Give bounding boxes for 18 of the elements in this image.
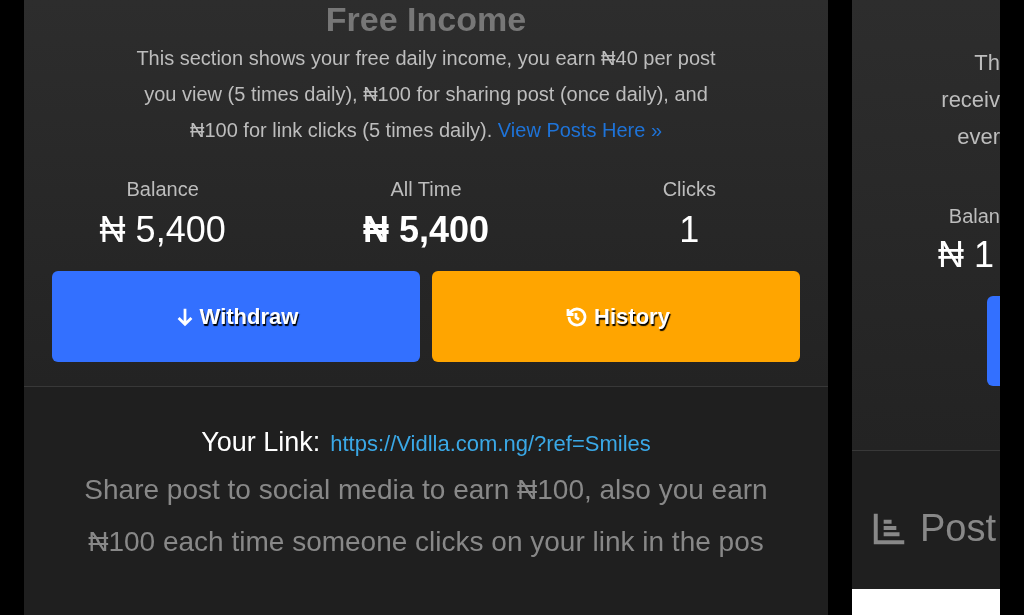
stat-label: Balan — [948, 205, 1000, 228]
link-label: Your Link: — [201, 427, 321, 458]
stat-value: ₦ 5,400 — [362, 209, 490, 251]
stat-value: ₦ 5,400 — [99, 209, 226, 251]
view-posts-link[interactable]: View Posts Here » — [497, 119, 662, 141]
section-title: Post — [920, 506, 997, 550]
withdraw-button[interactable]: Withdraw — [52, 271, 420, 362]
stat-value: 1 — [679, 209, 700, 251]
button[interactable] — [987, 296, 1000, 386]
stat-label: Balance — [126, 178, 199, 201]
stat-label: Clicks — [662, 178, 716, 201]
share-instructions: Share post to social media to earn ₦100, also you earn ₦100 each time someone clicks on your link in the pos — [84, 473, 768, 559]
section-title: Free Income — [325, 0, 527, 40]
referral-link[interactable]: https://Vidlla.com.ng/?ref=Smiles — [330, 431, 651, 457]
stat-value: ₦ 1 — [937, 234, 995, 276]
description-text: This section shows your free daily income, you earn ₦40 per post you view (5 times daily), ₦100 for sharing post (once daily), and ₦100 for link clicks (5 times daily). View Posts Here » — [135, 46, 717, 143]
stat-label: All Time — [390, 178, 462, 201]
description-text: Th receiv ever — [941, 49, 1000, 151]
